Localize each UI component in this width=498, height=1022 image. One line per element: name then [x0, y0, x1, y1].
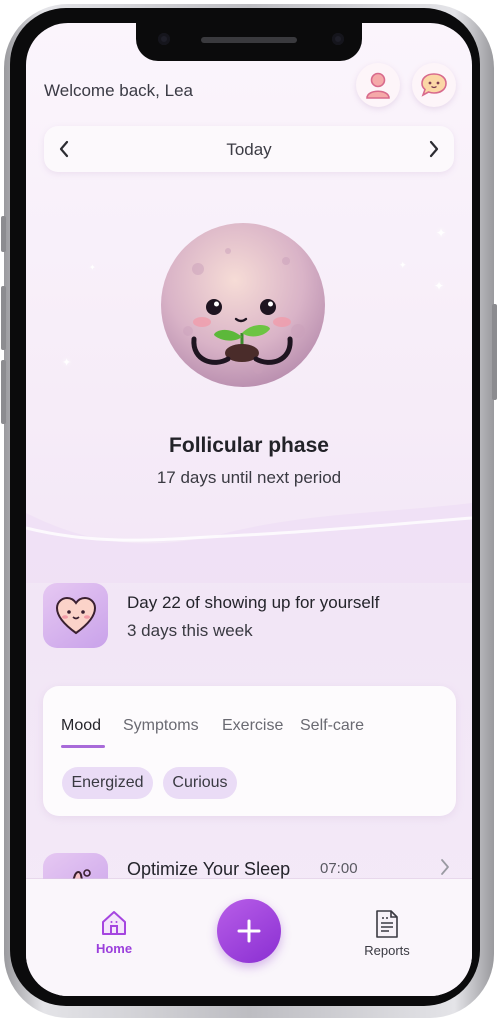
next-day-button[interactable]	[414, 126, 454, 172]
profile-button[interactable]	[356, 63, 400, 107]
tab-mood[interactable]: Mood	[61, 717, 101, 735]
sparkle-icon: ✦	[62, 356, 72, 369]
phase-countdown: 17 days until next period	[156, 468, 342, 487]
plus-icon	[237, 919, 261, 943]
user-icon	[366, 72, 390, 99]
heart-face-icon	[43, 583, 108, 648]
moon-sprout-mascot-icon	[161, 223, 325, 387]
recommendation-time: 07:00	[320, 860, 358, 877]
streak-subtitle: 3 days this week	[127, 621, 253, 640]
volume-down-button	[1, 360, 6, 424]
tab-self-care[interactable]: Self-care	[300, 717, 364, 735]
volume-up-button	[1, 286, 6, 350]
chevron-right-icon	[429, 140, 439, 158]
welcome-text: Welcome back, Lea	[44, 81, 193, 100]
recommendation-title[interactable]: Optimize Your Sleep	[127, 859, 290, 880]
sparkle-icon: ✦	[89, 263, 96, 272]
nav-reports-label: Reports	[364, 943, 410, 958]
nav-home[interactable]: Home	[79, 909, 149, 956]
wave-divider	[26, 503, 472, 583]
active-tab-indicator	[61, 745, 105, 748]
document-icon	[376, 910, 398, 938]
sparkle-icon: ✦	[434, 279, 445, 293]
log-card: Mood Symptoms Exercise Self-care Energiz…	[43, 686, 456, 816]
date-label: Today	[226, 140, 272, 159]
chevron-right-icon[interactable]	[438, 857, 452, 877]
phase-title: Follicular phase	[169, 434, 329, 457]
mood-chip[interactable]: Curious	[163, 767, 237, 799]
speaker	[201, 37, 297, 43]
nav-reports[interactable]: Reports	[352, 909, 422, 958]
date-navigator: Today	[44, 126, 454, 172]
sensor-icon	[332, 33, 344, 45]
streak-title: Day 22 of showing up for yourself	[127, 593, 380, 612]
power-button	[492, 304, 497, 400]
silent-switch	[1, 216, 6, 252]
tab-symptoms[interactable]: Symptoms	[123, 717, 199, 735]
app-screen: Welcome back, Lea Today ✦ ✦ ✦ ✦ ✦ Follic…	[26, 23, 472, 996]
chat-bubble-icon	[421, 73, 447, 97]
home-icon	[102, 911, 126, 935]
camera-icon	[158, 33, 170, 45]
chat-button[interactable]	[412, 63, 456, 107]
add-log-button[interactable]	[217, 899, 281, 963]
tab-exercise[interactable]: Exercise	[222, 717, 283, 735]
bottom-navigation: Home Reports	[26, 879, 472, 996]
mood-chip[interactable]: Energized	[62, 767, 153, 799]
sparkle-icon: ✦	[399, 261, 407, 271]
sparkle-icon: ✦	[436, 226, 447, 240]
notch	[136, 23, 362, 61]
nav-home-label: Home	[95, 941, 133, 956]
